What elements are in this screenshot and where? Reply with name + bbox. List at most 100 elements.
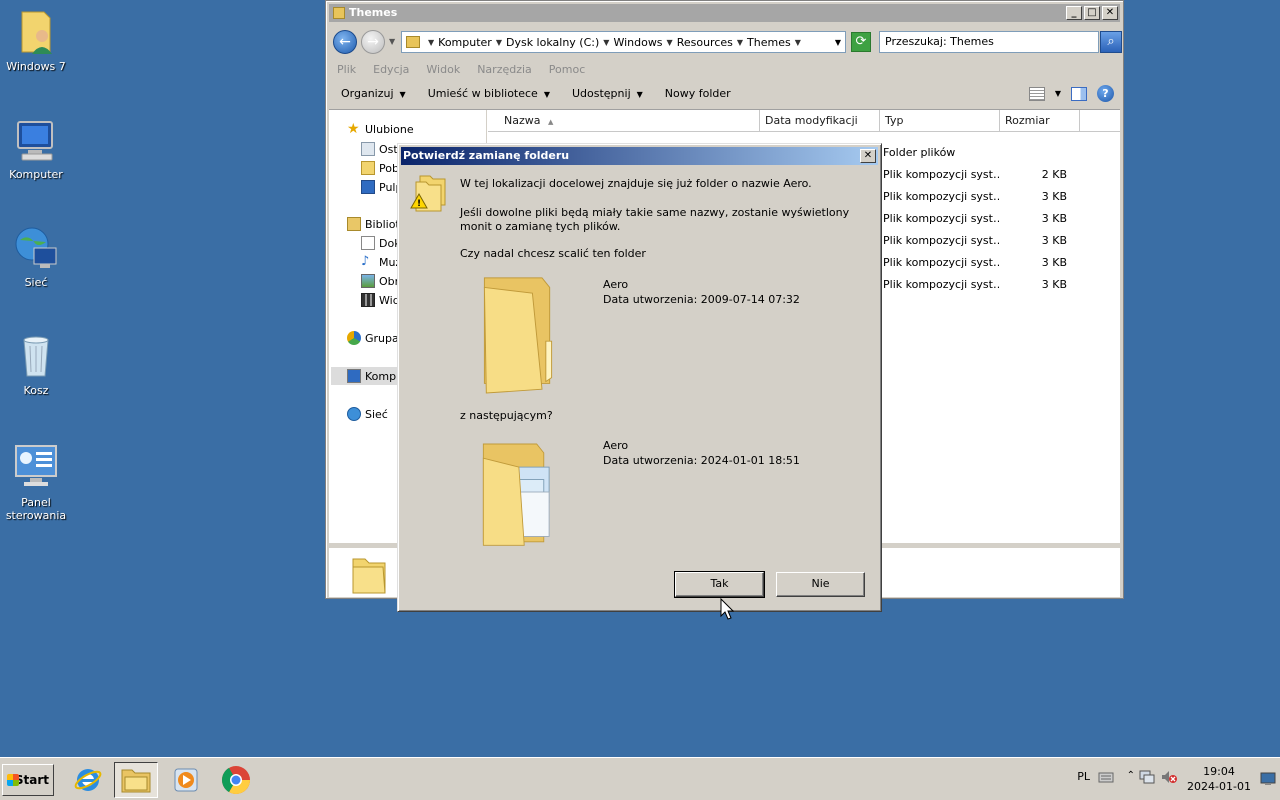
- folder-icon: [352, 558, 386, 594]
- maximize-button[interactable]: □: [1084, 6, 1100, 20]
- desktop-icon: [361, 180, 375, 194]
- menu-tools[interactable]: Narzędzia: [477, 61, 532, 79]
- nav-network[interactable]: Sieć: [347, 407, 388, 421]
- menu-file[interactable]: Plik: [337, 61, 356, 79]
- volume-muted-icon[interactable]: [1160, 769, 1178, 785]
- existing-folder-name: Aero: [603, 278, 629, 291]
- file-size: 3 KB: [1041, 212, 1067, 225]
- chevron-down-icon: ▼: [399, 89, 406, 99]
- yes-button[interactable]: Tak: [674, 571, 765, 598]
- nav-favorites[interactable]: ★ Ulubione: [347, 122, 414, 136]
- nav-libraries[interactable]: Bibliot: [347, 217, 400, 231]
- network-globe-icon: [12, 224, 60, 272]
- column-header-date[interactable]: Data modyfikacji: [760, 110, 880, 132]
- column-header-name[interactable]: Nazwa ▲: [488, 110, 760, 132]
- chevron-down-icon[interactable]: ▼: [667, 38, 673, 47]
- chevron-down-icon[interactable]: ▼: [496, 38, 502, 47]
- new-folder-button[interactable]: Nowy folder: [665, 81, 731, 107]
- file-type: Plik kompozycji syst…: [883, 278, 999, 291]
- minimize-button[interactable]: _: [1066, 6, 1082, 20]
- desktop-icon-label: Windows 7: [6, 60, 66, 73]
- start-button[interactable]: Start: [2, 764, 54, 796]
- nav-pictures[interactable]: Obr: [361, 274, 399, 288]
- breadcrumb-windows[interactable]: Windows: [613, 36, 662, 49]
- menu-help[interactable]: Pomoc: [549, 61, 585, 79]
- desktop-icon-label: Komputer: [9, 168, 63, 181]
- taskbar-chrome[interactable]: [214, 762, 258, 798]
- incoming-folder-date: Data utworzenia: 2024-01-01 18:51: [603, 454, 800, 467]
- show-desktop-icon[interactable]: [1260, 772, 1276, 786]
- window-title: Themes: [349, 6, 398, 19]
- close-button[interactable]: ✕: [1102, 6, 1118, 20]
- nav-documents[interactable]: Dok: [361, 236, 401, 250]
- show-hidden-icons-icon[interactable]: ⌃: [1127, 770, 1135, 781]
- refresh-button[interactable]: ⟳: [851, 32, 871, 52]
- help-icon[interactable]: ?: [1097, 85, 1114, 102]
- dialog-close-button[interactable]: ✕: [860, 149, 876, 163]
- back-button[interactable]: ←: [333, 30, 357, 54]
- breadcrumb-resources[interactable]: Resources: [677, 36, 733, 49]
- column-header-type[interactable]: Typ: [880, 110, 1000, 132]
- dialog-titlebar[interactable]: Potwierdź zamianę folderu ✕: [401, 147, 878, 165]
- file-row[interactable]: Plik kompozycji syst… 3 KB: [883, 208, 1075, 230]
- dialog-question: Czy nadal chcesz scalić ten folder: [460, 247, 646, 260]
- breadcrumb-local-disk[interactable]: Dysk lokalny (C:): [506, 36, 599, 49]
- forward-button[interactable]: →: [361, 30, 385, 54]
- file-row[interactable]: Plik kompozycji syst… 2 KB: [883, 164, 1075, 186]
- nav-recent[interactable]: Ost: [361, 142, 398, 156]
- sort-ascending-icon: ▲: [547, 118, 554, 126]
- file-size: 3 KB: [1041, 190, 1067, 203]
- file-row[interactable]: Plik kompozycji syst… 3 KB: [883, 274, 1075, 296]
- no-button[interactable]: Nie: [776, 572, 865, 597]
- nav-homegroup[interactable]: Grupa: [347, 331, 399, 345]
- chevron-down-icon[interactable]: ▼: [428, 38, 434, 47]
- explorer-titlebar[interactable]: Themes _ □ ✕: [329, 4, 1120, 22]
- chevron-down-icon[interactable]: ▼: [737, 38, 743, 47]
- clock-date: 2024-01-01: [1187, 780, 1251, 793]
- file-row[interactable]: Plik kompozycji syst… 3 KB: [883, 186, 1075, 208]
- include-label: Umieść w bibliotece: [427, 86, 538, 100]
- preview-pane-icon[interactable]: [1071, 86, 1087, 101]
- desktop-icon-control-panel[interactable]: Panel sterowania: [0, 444, 74, 522]
- nav-videos[interactable]: Wid: [361, 293, 400, 307]
- file-type: Plik kompozycji syst…: [883, 256, 999, 269]
- organize-button[interactable]: Organizuj ▼: [341, 81, 406, 108]
- address-bar[interactable]: ▼ Komputer ▼ Dysk lokalny (C:) ▼ Windows…: [401, 31, 846, 53]
- file-type: Plik kompozycji syst…: [883, 212, 999, 225]
- chevron-down-icon[interactable]: ▼: [795, 38, 801, 47]
- menu-edit[interactable]: Edycja: [373, 61, 409, 79]
- desktop-icon-recycle-bin[interactable]: Kosz: [0, 332, 74, 397]
- taskbar-explorer[interactable]: [114, 762, 158, 798]
- language-indicator[interactable]: PL: [1077, 770, 1090, 783]
- file-row[interactable]: Plik kompozycji syst… 3 KB: [883, 252, 1075, 274]
- warning-folder-icon: !: [410, 175, 446, 212]
- views-icon[interactable]: [1028, 86, 1045, 101]
- taskbar-media-player[interactable]: [164, 762, 208, 798]
- network-status-icon[interactable]: [1138, 769, 1156, 785]
- file-row[interactable]: Folder plików: [883, 142, 1075, 164]
- share-button[interactable]: Udostępnij ▼: [572, 81, 643, 108]
- search-input[interactable]: Przeszukaj: Themes: [879, 31, 1099, 53]
- nav-music[interactable]: ♪ Muz: [361, 255, 401, 269]
- breadcrumb-themes[interactable]: Themes: [747, 36, 791, 49]
- history-dropdown-icon[interactable]: ▼: [389, 37, 395, 46]
- desktop-icon-network[interactable]: Sieć: [0, 224, 74, 289]
- search-button[interactable]: ⌕: [1100, 31, 1122, 53]
- user-folder-icon: [12, 8, 60, 56]
- column-header-size[interactable]: Rozmiar: [1000, 110, 1080, 132]
- chevron-down-icon[interactable]: ▼: [603, 38, 609, 47]
- desktop-icon-computer[interactable]: Komputer: [0, 116, 74, 181]
- menu-view[interactable]: Widok: [426, 61, 460, 79]
- keyboard-icon[interactable]: [1098, 770, 1114, 784]
- nav-downloads[interactable]: Pob: [361, 161, 399, 175]
- file-type: Plik kompozycji syst…: [883, 190, 999, 203]
- include-in-library-button[interactable]: Umieść w bibliotece ▼: [428, 81, 550, 108]
- chevron-down-icon[interactable]: ▼: [1055, 89, 1061, 98]
- file-row[interactable]: Plik kompozycji syst… 3 KB: [883, 230, 1075, 252]
- breadcrumb-computer[interactable]: Komputer: [438, 36, 492, 49]
- desktop-icon-windows7[interactable]: Windows 7: [0, 8, 74, 73]
- taskbar-internet-explorer[interactable]: [66, 762, 110, 798]
- start-label: Start: [14, 773, 49, 787]
- system-clock[interactable]: 19:04 2024-01-01: [1184, 764, 1254, 794]
- address-history-dropdown-icon[interactable]: ▼: [835, 38, 841, 47]
